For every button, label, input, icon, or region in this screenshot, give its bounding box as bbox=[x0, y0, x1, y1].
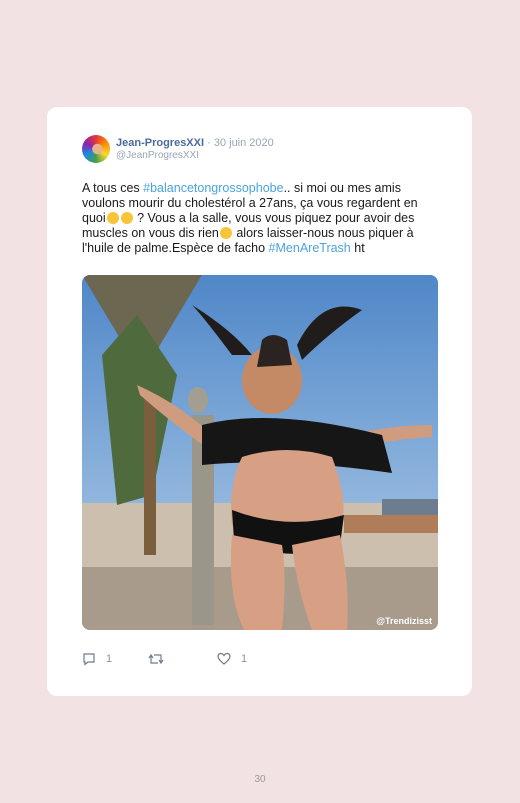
retweet-icon bbox=[148, 653, 164, 665]
tweet-text: A tous ces #balancetongrossophobe.. si m… bbox=[82, 181, 432, 256]
tweet-media[interactable]: @Trendizisst bbox=[82, 275, 438, 630]
author-name[interactable]: Jean-ProgresXXI bbox=[116, 137, 204, 149]
smile-emoji bbox=[219, 227, 232, 239]
speech-bubble-icon bbox=[83, 653, 95, 666]
reply-count: 1 bbox=[106, 653, 113, 665]
tweet-text-part-1: A tous ces bbox=[82, 181, 144, 195]
media-watermark: @Trendizisst bbox=[376, 616, 432, 626]
thinking-emoji bbox=[106, 212, 119, 224]
hashtag-link[interactable]: #balancetongrossophobe bbox=[143, 181, 283, 195]
author-line: Jean-ProgresXXI · 30 juin 2020 bbox=[116, 137, 274, 150]
like-count: 1 bbox=[241, 653, 248, 665]
page-number: 30 bbox=[254, 774, 266, 785]
reply-button[interactable]: 1 bbox=[82, 651, 112, 667]
tweet-text-part-5: ht bbox=[350, 241, 365, 255]
hashtag-link[interactable]: #MenAreTrash bbox=[269, 241, 351, 255]
retweet-button[interactable] bbox=[148, 651, 164, 667]
author-avatar[interactable] bbox=[82, 135, 110, 163]
tweet-date: · 30 juin 2020 bbox=[207, 137, 274, 149]
heart-icon bbox=[217, 652, 231, 665]
media-photo bbox=[82, 275, 438, 630]
thinking-emoji bbox=[120, 212, 133, 224]
like-button[interactable]: 1 bbox=[217, 651, 247, 667]
author-handle[interactable]: @JeanProgresXXI bbox=[116, 150, 199, 162]
tweet-card: Jean-ProgresXXI · 30 juin 2020 @JeanProg… bbox=[47, 107, 472, 696]
